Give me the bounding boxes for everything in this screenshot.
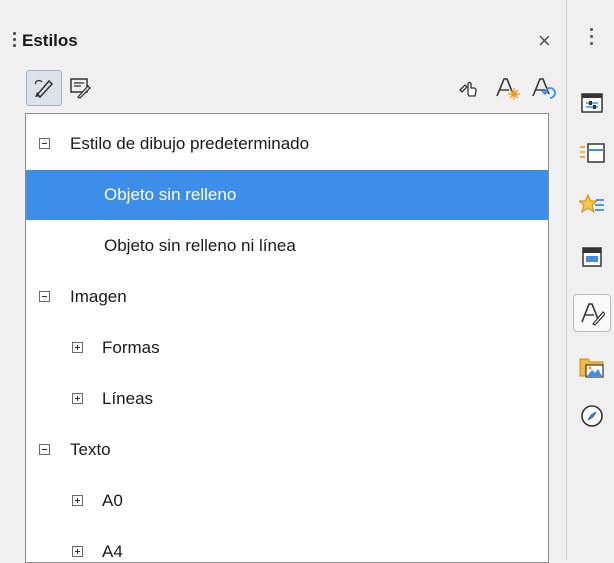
- tree-item[interactable]: Objeto sin relleno: [26, 170, 548, 220]
- tree-item-label: Líneas: [102, 389, 154, 408]
- drag-grip-icon[interactable]: [13, 32, 16, 48]
- collapse-icon[interactable]: [39, 291, 50, 302]
- tree-item[interactable]: Líneas: [26, 374, 548, 424]
- tree-item[interactable]: A0: [26, 476, 548, 526]
- expand-icon[interactable]: [72, 495, 83, 506]
- tree-item[interactable]: Estilo de dibujo predeterminado: [26, 119, 548, 169]
- sidebar-tab-gallery[interactable]: [573, 348, 611, 386]
- fill-format-mode-button[interactable]: [450, 70, 486, 106]
- styles-toolbar: [0, 70, 566, 110]
- panel-titlebar: Estilos ×: [0, 10, 566, 54]
- tree-item[interactable]: Texto: [26, 425, 548, 475]
- new-style-from-selection-icon: [496, 78, 520, 100]
- sidebar-tab-properties[interactable]: [573, 84, 611, 122]
- expand-icon[interactable]: [72, 546, 83, 557]
- styles-tree[interactable]: Estilo de dibujo predeterminado Objeto si…: [25, 113, 549, 563]
- expand-icon[interactable]: [72, 342, 83, 353]
- sidebar-tab-navigator[interactable]: [573, 397, 611, 435]
- sidebar-tab-styles[interactable]: [573, 294, 611, 332]
- gallery-icon: [579, 358, 604, 378]
- sidebar-tab-slide-transition[interactable]: [573, 134, 611, 172]
- close-icon[interactable]: ×: [538, 28, 551, 54]
- properties-icon: [581, 93, 603, 113]
- tree-item[interactable]: A4: [26, 527, 548, 562]
- styles-panel: Estilos × Estilo de dibujo predeterminad…: [0, 0, 566, 563]
- tree-item-label: Estilo de dibujo predeterminado: [70, 134, 310, 153]
- styles-icon: [581, 303, 605, 326]
- update-style-button[interactable]: [525, 70, 561, 106]
- drawing-styles-icon: [34, 79, 54, 98]
- tree-item-label: Objeto sin relleno: [104, 185, 237, 204]
- panel-title: Estilos: [22, 31, 78, 50]
- sidebar-tab-animation[interactable]: [573, 186, 611, 224]
- collapse-icon[interactable]: [39, 138, 50, 149]
- drawing-styles-button[interactable]: [26, 70, 62, 106]
- fill-format-mode-icon: [459, 81, 477, 97]
- slide-transition-icon: [580, 143, 605, 163]
- tree-item-label: Objeto sin relleno ni línea: [104, 236, 296, 255]
- tree-item[interactable]: Objeto sin relleno ni línea: [26, 221, 548, 271]
- navigator-icon: [581, 405, 603, 427]
- presentation-styles-button[interactable]: [62, 70, 98, 106]
- sidebar-tab-master-slides[interactable]: [573, 238, 611, 276]
- collapse-icon[interactable]: [39, 444, 50, 455]
- tree-item-label: Texto: [70, 440, 111, 459]
- tree-item-label: Formas: [102, 338, 160, 357]
- tree-item-label: Imagen: [70, 287, 127, 306]
- tree-item-label: A4: [102, 542, 123, 561]
- animation-icon: [579, 193, 604, 214]
- presentation-styles-icon: [70, 78, 91, 99]
- tree-item-label: A0: [102, 491, 123, 510]
- tree-item[interactable]: Formas: [26, 323, 548, 373]
- tree-item[interactable]: Imagen: [26, 272, 548, 322]
- update-style-icon: [532, 78, 556, 99]
- expand-icon[interactable]: [72, 393, 83, 404]
- master-slides-icon: [582, 247, 602, 267]
- sidebar-menu-icon[interactable]: [590, 28, 593, 49]
- new-style-from-selection-button[interactable]: [489, 70, 525, 106]
- sidebar-tabbar: [567, 0, 614, 560]
